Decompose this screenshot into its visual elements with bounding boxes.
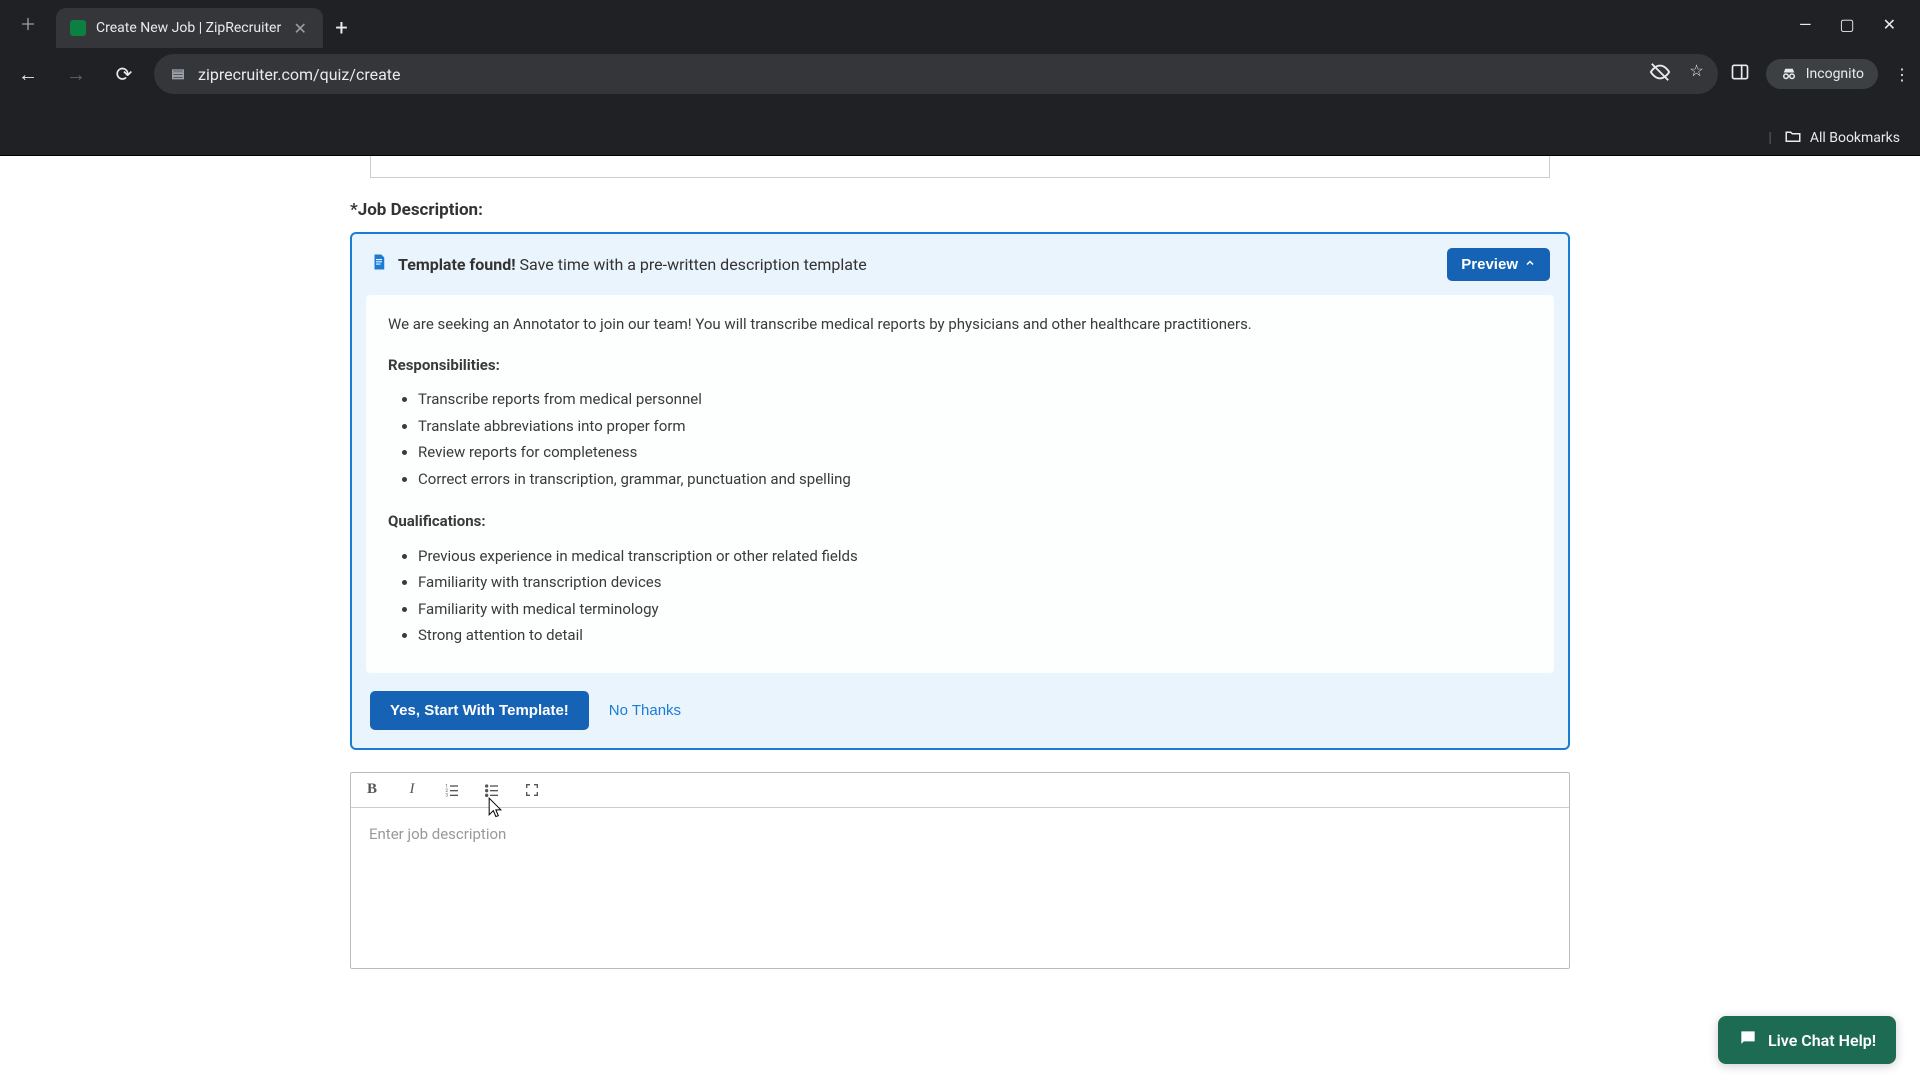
url-text: ziprecruiter.com/quiz/create <box>198 65 1639 84</box>
eye-off-icon[interactable] <box>1649 61 1671 87</box>
preview-label: Preview <box>1461 256 1518 273</box>
chevron-up-icon <box>1524 256 1536 273</box>
editor-toolbar: B I 123 <box>351 773 1569 808</box>
description-editor: B I 123 Enter job description <box>350 772 1570 969</box>
kebab-menu-icon[interactable]: ⋮ <box>1894 65 1910 84</box>
tab-close-icon[interactable]: ✕ <box>291 19 309 38</box>
template-preview-content: We are seeking an Annotator to join our … <box>366 295 1554 673</box>
no-thanks-button[interactable]: No Thanks <box>609 702 681 719</box>
document-icon <box>370 253 388 276</box>
incognito-label: Incognito <box>1806 66 1864 82</box>
template-actions: Yes, Start With Template! No Thanks <box>352 673 1568 748</box>
browser-toolbar: ← → ⟳ ziprecruiter.com/quiz/create ☆ Inc… <box>0 48 1920 100</box>
template-intro: We are seeking an Annotator to join our … <box>388 313 1532 336</box>
list-item: Translate abbreviations into proper form <box>418 413 1532 440</box>
unordered-list-button[interactable] <box>481 779 503 801</box>
start-with-template-button[interactable]: Yes, Start With Template! <box>370 691 589 730</box>
tab-search-button[interactable] <box>8 4 48 44</box>
all-bookmarks-button[interactable]: All Bookmarks <box>1810 130 1900 146</box>
editor-placeholder: Enter job description <box>369 825 506 843</box>
template-header: Template found! Save time with a pre-wri… <box>352 234 1568 295</box>
back-button[interactable]: ← <box>10 56 46 92</box>
template-banner-bold: Template found! <box>398 255 516 274</box>
italic-button[interactable]: I <box>401 779 423 801</box>
bookmarks-separator: | <box>1768 130 1771 146</box>
tab-favicon-icon <box>70 20 86 36</box>
fullscreen-button[interactable] <box>521 779 543 801</box>
page-body[interactable]: *Job Description: Template found! Save t… <box>0 156 1920 1080</box>
responsibilities-heading: Responsibilities: <box>388 354 1532 377</box>
qualifications-list: Previous experience in medical transcrip… <box>418 543 1532 649</box>
live-chat-button[interactable]: Live Chat Help! <box>1718 1016 1896 1064</box>
list-item: Transcribe reports from medical personne… <box>418 386 1532 413</box>
list-item: Review reports for completeness <box>418 439 1532 466</box>
editor-textarea[interactable]: Enter job description <box>351 808 1569 968</box>
list-item: Strong attention to detail <box>418 622 1532 649</box>
template-banner-rest: Save time with a pre-written description… <box>520 255 867 274</box>
close-window-icon[interactable]: ✕ <box>1883 15 1896 34</box>
bookmarks-bar: | All Bookmarks <box>0 120 1920 156</box>
template-banner-text: Template found! Save time with a pre-wri… <box>398 255 1437 274</box>
ordered-list-button[interactable]: 123 <box>441 779 463 801</box>
previous-field-bottom <box>370 156 1550 178</box>
bold-button[interactable]: B <box>361 779 383 801</box>
omnibox[interactable]: ziprecruiter.com/quiz/create ☆ <box>154 54 1718 94</box>
new-tab-button[interactable]: + <box>335 16 347 41</box>
tab-title: Create New Job | ZipRecruiter <box>96 20 281 36</box>
minimize-icon[interactable]: — <box>1799 15 1812 34</box>
omnibox-actions: ☆ <box>1649 61 1703 87</box>
side-panel-icon[interactable] <box>1730 62 1750 86</box>
incognito-badge[interactable]: Incognito <box>1766 59 1878 89</box>
list-item: Familiarity with medical terminology <box>418 596 1532 623</box>
list-item: Correct errors in transcription, grammar… <box>418 466 1532 493</box>
window-controls: — ▢ ✕ <box>1799 15 1912 34</box>
responsibilities-list: Transcribe reports from medical personne… <box>418 386 1532 492</box>
reload-button[interactable]: ⟳ <box>106 56 142 92</box>
site-info-icon[interactable] <box>168 64 188 84</box>
job-description-label: *Job Description: <box>350 200 1570 220</box>
forward-button[interactable]: → <box>58 56 94 92</box>
browser-tab-active[interactable]: Create New Job | ZipRecruiter ✕ <box>56 8 323 48</box>
bookmark-star-icon[interactable]: ☆ <box>1689 61 1703 87</box>
live-chat-label: Live Chat Help! <box>1768 1031 1876 1050</box>
template-card: Template found! Save time with a pre-wri… <box>350 232 1570 750</box>
browser-chrome: Create New Job | ZipRecruiter ✕ + — ▢ ✕ … <box>0 0 1920 120</box>
tab-bar: Create New Job | ZipRecruiter ✕ + — ▢ ✕ <box>0 0 1920 48</box>
content-wrap: *Job Description: Template found! Save t… <box>330 156 1590 1080</box>
qualifications-heading: Qualifications: <box>388 510 1532 533</box>
maximize-icon[interactable]: ▢ <box>1839 15 1854 34</box>
list-item: Familiarity with transcription devices <box>418 569 1532 596</box>
preview-button[interactable]: Preview <box>1447 248 1550 281</box>
folder-icon <box>1784 127 1802 149</box>
list-item: Previous experience in medical transcrip… <box>418 543 1532 570</box>
toolbar-right: Incognito ⋮ <box>1730 59 1910 89</box>
svg-text:3: 3 <box>445 792 448 797</box>
chat-icon <box>1738 1028 1758 1052</box>
